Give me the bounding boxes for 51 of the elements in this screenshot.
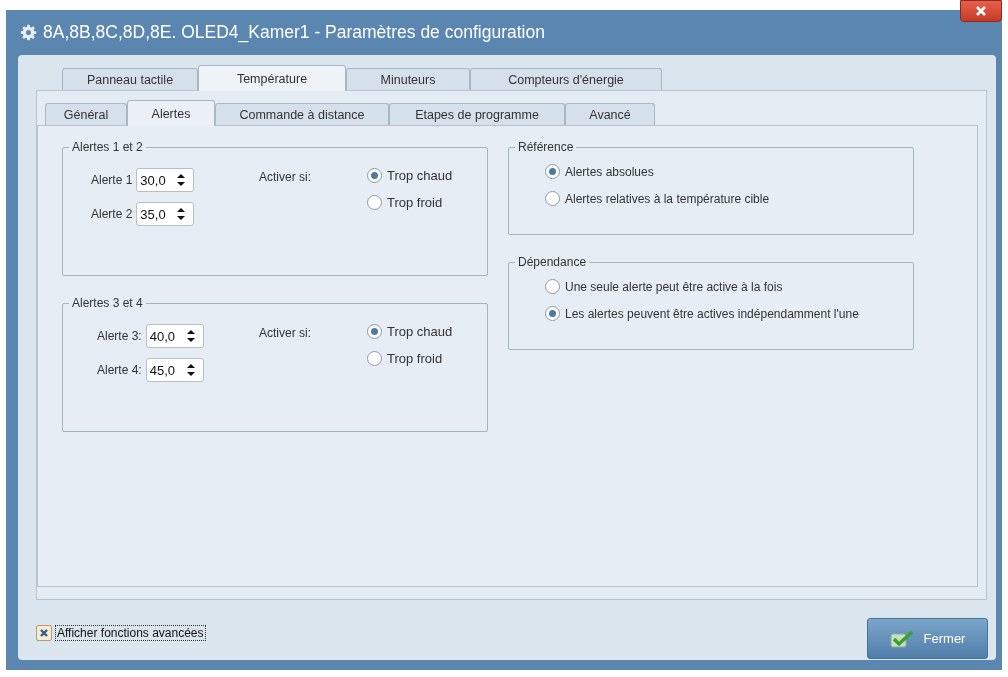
activate-label: Activer si:: [259, 169, 312, 186]
spinner-label: Alerte 4:: [97, 363, 142, 377]
radio-button[interactable]: [367, 351, 382, 366]
close-icon: [975, 5, 987, 17]
number-spinner[interactable]: 40,0: [145, 324, 204, 348]
spinner-label: Alerte 2: [91, 207, 133, 221]
radio-button[interactable]: [367, 168, 382, 183]
radio-label: Alertes relatives à la température cible: [565, 191, 770, 206]
group-title: Dépendance: [517, 255, 588, 269]
radio-button[interactable]: [367, 324, 382, 339]
radio-button[interactable]: [545, 306, 560, 321]
radio-label: Les alertes peuvent être actives indépendamment l'une: [565, 306, 859, 321]
number-spinner[interactable]: 45,0: [145, 358, 204, 382]
tab[interactable]: Panneau tactile: [62, 68, 198, 90]
radio-button[interactable]: [545, 164, 560, 179]
tab[interactable]: Température: [198, 65, 346, 91]
tab[interactable]: Compteurs d'énergie: [470, 68, 662, 90]
radio-label: Une seule alerte peut être active à la fois: [565, 279, 783, 294]
radio-button[interactable]: [545, 279, 560, 294]
gear-icon: [20, 24, 37, 41]
spinner-label: Alerte 3:: [97, 329, 142, 343]
sub-tab[interactable]: Alertes: [127, 100, 215, 126]
radio-label: Alertes absolues: [565, 164, 654, 179]
up-down-arrows-icon: [185, 363, 196, 377]
sub-tab[interactable]: Etapes de programme: [389, 103, 565, 125]
window-title: 8A,8B,8C,8D,8E. OLED4_Kamer1 - Paramètres de configuration: [43, 22, 545, 43]
activate-label: Activer si:: [259, 325, 312, 342]
up-down-arrows-icon: [185, 329, 196, 343]
close-button[interactable]: [960, 0, 1002, 22]
radio-button[interactable]: [545, 191, 560, 206]
sub-tab[interactable]: Avancé: [565, 103, 655, 125]
group-title: Alertes 3 et 4: [71, 296, 144, 310]
checkmark-icon: [889, 629, 914, 648]
radio-label: Trop froid: [387, 195, 443, 210]
group-title: Référence: [517, 140, 575, 154]
cross-icon: [39, 628, 49, 638]
radio-label: Trop chaud: [387, 168, 453, 183]
radio-label: Trop chaud: [387, 324, 453, 339]
up-down-arrows-icon: [176, 173, 187, 187]
radio-label: Trop froid: [387, 351, 443, 366]
tab[interactable]: Minuteurs: [346, 68, 470, 90]
checkbox[interactable]: [36, 625, 52, 641]
spinner-label: Alerte 1: [91, 173, 133, 187]
sub-tab[interactable]: Commande à distance: [215, 103, 389, 125]
number-spinner[interactable]: 35,0: [136, 202, 195, 226]
checkbox-label: Afficher fonctions avancées: [55, 625, 206, 641]
radio-button[interactable]: [367, 195, 382, 210]
number-spinner[interactable]: 30,0: [136, 168, 195, 192]
up-down-arrows-icon: [176, 207, 187, 221]
sub-tab[interactable]: Général: [45, 103, 127, 125]
group-title: Alertes 1 et 2: [71, 140, 144, 154]
